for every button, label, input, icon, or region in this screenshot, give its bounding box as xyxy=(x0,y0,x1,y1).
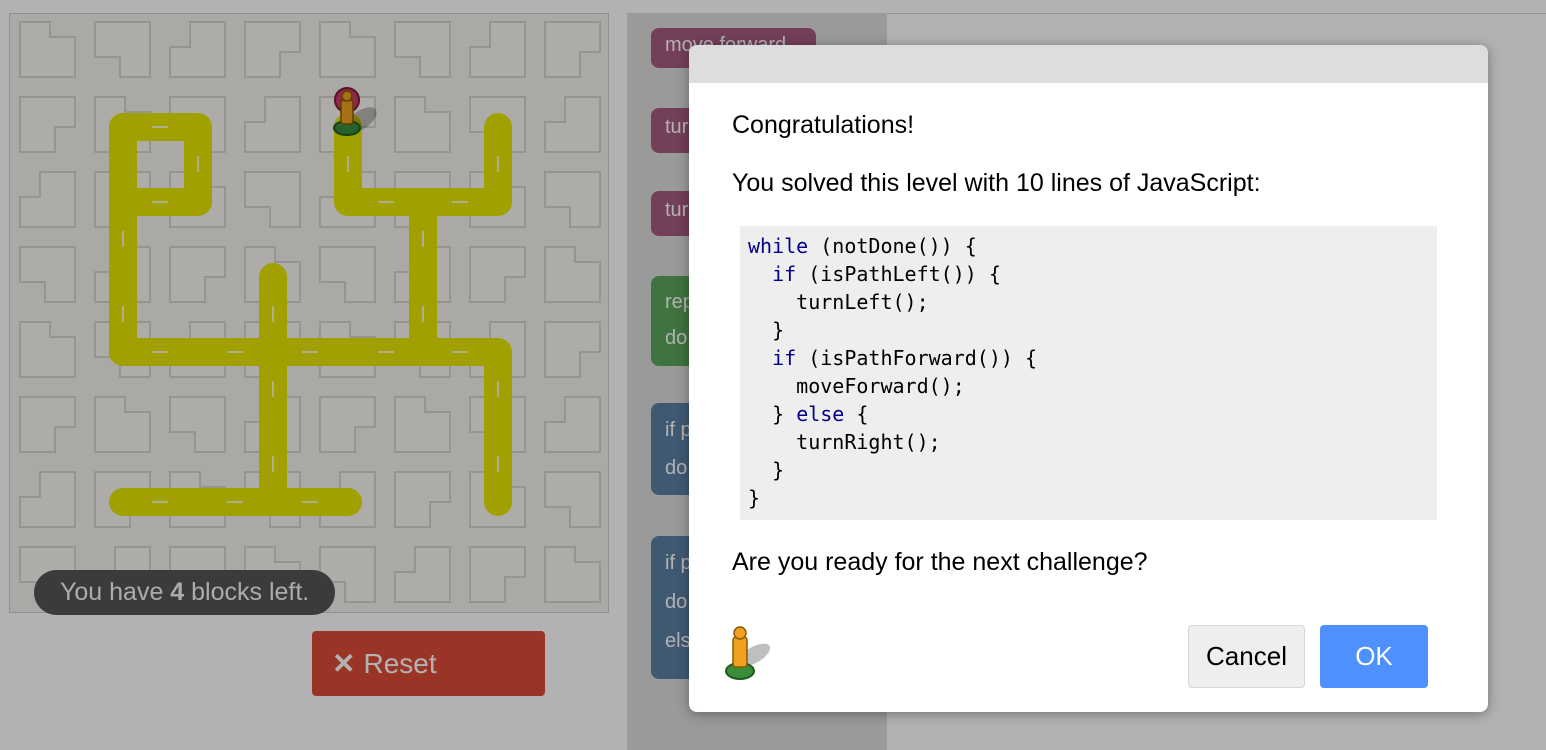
code-text: turnRight(); xyxy=(796,430,941,454)
code-line: turnLeft(); xyxy=(748,288,1429,316)
code-keyword: if xyxy=(772,346,797,370)
code-text: moveForward(); xyxy=(796,374,965,398)
code-line: if (isPathForward()) { xyxy=(748,344,1429,372)
pegman-icon xyxy=(725,626,771,680)
code-text: } xyxy=(772,458,785,482)
code-line: while (notDone()) { xyxy=(748,232,1429,260)
cancel-button[interactable]: Cancel xyxy=(1188,625,1305,688)
code-line: moveForward(); xyxy=(748,372,1429,400)
code-line: } xyxy=(748,456,1429,484)
dialog-title: Congratulations! xyxy=(732,111,915,139)
code-text: } xyxy=(772,402,797,426)
code-keyword: if xyxy=(772,262,797,286)
code-line: if (isPathLeft()) { xyxy=(748,260,1429,288)
code-text: (notDone()) { xyxy=(808,234,977,258)
code-text: } xyxy=(772,318,785,342)
congratulations-dialog: Congratulations! You solved this level w… xyxy=(689,45,1488,712)
dialog-header[interactable] xyxy=(689,45,1488,83)
code-text: turnLeft(); xyxy=(796,290,929,314)
code-line: } else { xyxy=(748,400,1429,428)
code-keyword: else xyxy=(796,402,845,426)
dialog-message: You solved this level with 10 lines of J… xyxy=(732,169,1261,197)
code-line: } xyxy=(748,316,1429,344)
ok-button[interactable]: OK xyxy=(1320,625,1428,688)
code-keyword: while xyxy=(748,234,809,258)
dialog-question: Are you ready for the next challenge? xyxy=(732,548,1148,576)
code-text: { xyxy=(844,402,869,426)
code-text: (isPathForward()) { xyxy=(796,346,1038,370)
code-text: } xyxy=(748,486,761,510)
code-block: while (notDone()) { if (isPathLeft()) { … xyxy=(740,226,1437,520)
code-line: turnRight(); xyxy=(748,428,1429,456)
code-line: } xyxy=(748,484,1429,512)
code-text: (isPathLeft()) { xyxy=(796,262,1001,286)
